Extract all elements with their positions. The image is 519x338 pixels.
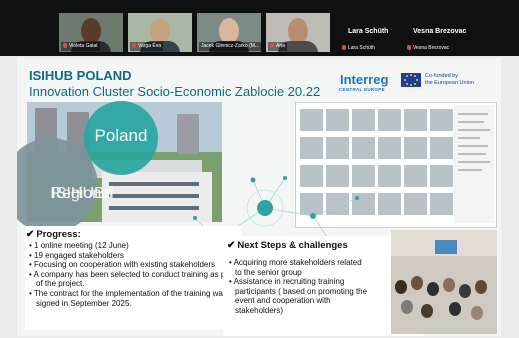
participant-strip: Violeta Galat Varga Éva Jacek Glinnicz-Z…: [0, 0, 519, 56]
progress-item: • Focusing on cooperation with existing …: [29, 260, 216, 270]
participant-tile-no-video[interactable]: Vesna Brezovac Vesna Brezovac: [405, 13, 469, 52]
participant-tile-no-video[interactable]: Lara Schüth Lara Schüth: [340, 13, 404, 52]
conference-photo: [391, 230, 497, 334]
active-speaker-tile[interactable]: Jacek Glinnicz-Zarko (M...: [197, 13, 261, 52]
photo-audience-head: [421, 304, 433, 318]
participant-tile[interactable]: Violeta Galat: [59, 13, 123, 52]
next-steps-heading-text: Next Steps & challenges: [237, 240, 348, 251]
poland-bubble: Poland: [84, 101, 158, 175]
photo-audience-head: [459, 284, 471, 298]
participant-name-label: Lara Schüth: [342, 45, 375, 51]
participant-big-name: Lara Schüth: [348, 28, 389, 35]
participant-name: Lara Schüth: [348, 45, 375, 51]
progress-heading: ✔ Progress:: [26, 229, 81, 240]
participant-tile[interactable]: Ana: [266, 13, 330, 52]
next-steps-list: • Acquiring more stakeholders related to…: [229, 258, 369, 316]
regional-bubble-label: Regional ISIHUBs: [25, 161, 113, 202]
next-steps-heading: ✔ Next Steps & challenges: [227, 240, 348, 251]
shared-slide: ISIHUB POLAND Innovation Cluster Socio-E…: [17, 58, 501, 336]
participant-name: Violeta Galat: [69, 43, 98, 49]
participant-name: Vesna Brezovac: [413, 45, 450, 51]
next-steps-item: • Assistance in recruiting training part…: [229, 277, 368, 315]
mic-muted-icon: [407, 45, 411, 50]
progress-item: • 19 engaged stakeholders: [29, 250, 124, 260]
checkmark-icon: ✔: [227, 240, 236, 251]
photo-audience-head: [401, 300, 413, 314]
progress-item: • The contract for the implementation of…: [29, 288, 227, 308]
photo-audience-head: [471, 306, 483, 320]
poland-bubble-label: Poland: [94, 126, 148, 145]
participant-name-label: Jacek Glinnicz-Zarko (M...: [199, 42, 261, 51]
progress-item: • A company has been selected to conduct…: [29, 269, 235, 289]
photo-audience-head: [395, 280, 407, 294]
participant-big-name: Vesna Brezovac: [413, 28, 467, 35]
progress-list: • 1 online meeting (12 June) • 19 engage…: [29, 241, 239, 308]
photo-audience-head: [411, 276, 423, 290]
participant-tile[interactable]: Varga Éva: [128, 13, 192, 52]
mic-muted-icon: [63, 43, 67, 48]
progress-heading-text: Progress:: [36, 229, 81, 240]
participant-name: Varga Éva: [138, 43, 161, 49]
photo-projector-screen: [435, 240, 457, 254]
participant-name: Ana: [276, 43, 285, 49]
photo-audience-head: [475, 280, 487, 294]
next-steps-item: • Acquiring more stakeholders related to…: [229, 258, 362, 277]
regional-bubble-line: ISIHUBs: [51, 185, 113, 202]
progress-item: • 1 online meeting (12 June): [29, 241, 129, 250]
photo-audience-head: [427, 282, 439, 296]
participant-name-label: Varga Éva: [130, 42, 163, 51]
participant-name-label: Ana: [268, 42, 287, 51]
mic-muted-icon: [270, 43, 274, 48]
mic-muted-icon: [342, 45, 346, 50]
photo-audience-head: [443, 278, 455, 292]
mic-muted-icon: [132, 43, 136, 48]
participant-name-label: Violeta Galat: [61, 42, 100, 51]
participant-name-label: Vesna Brezovac: [407, 45, 449, 51]
photo-audience-head: [449, 302, 461, 316]
checkmark-icon: ✔: [26, 229, 35, 240]
participant-name: Jacek Glinnicz-Zarko (M...: [201, 43, 260, 49]
